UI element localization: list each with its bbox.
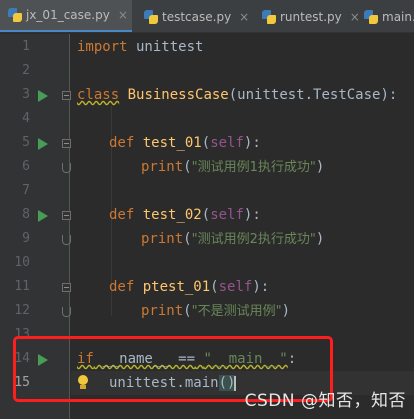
line-number: 2	[22, 63, 30, 78]
line-number: 4	[22, 111, 30, 126]
code-line-6[interactable]: print("测试用例1执行成功")	[141, 155, 324, 179]
line-number: 11	[14, 279, 30, 294]
close-icon[interactable]: ×	[350, 10, 360, 24]
keyword: def	[109, 135, 135, 151]
run-icon[interactable]	[38, 138, 48, 150]
python-file-icon	[144, 9, 158, 24]
builtin-print: print	[141, 159, 184, 175]
code-line-11[interactable]: def ptest_01(self):	[109, 275, 269, 299]
self-param: self	[210, 135, 244, 151]
paren: )	[281, 303, 290, 319]
fold-icon[interactable]	[62, 211, 71, 220]
line-number: 5	[22, 135, 30, 150]
string-literal: "不是测试用例"	[191, 304, 282, 319]
line-number: 10	[14, 255, 30, 270]
fold-icon[interactable]	[62, 283, 71, 292]
fold-end-icon[interactable]	[62, 307, 71, 317]
base-class: (unittest.TestCase):	[228, 87, 398, 103]
python-file-icon	[364, 9, 378, 24]
fold-icon[interactable]	[62, 139, 71, 148]
python-file-icon	[8, 8, 22, 22]
module-name: unittest	[127, 39, 204, 55]
tab-main[interactable]: main.	[360, 0, 414, 32]
keyword: def	[109, 279, 135, 295]
code-line-1[interactable]: import unittest	[77, 35, 203, 59]
function-name: ptest_01	[142, 279, 211, 295]
line-number: 12	[14, 303, 30, 318]
run-icon[interactable]	[38, 90, 48, 102]
line-number: 6	[22, 159, 30, 174]
keyword: class	[77, 87, 120, 103]
builtin-print: print	[141, 303, 184, 319]
paren: (	[183, 303, 192, 319]
paren: (	[183, 159, 192, 175]
tab-runtest[interactable]: runtest.py ×	[256, 0, 360, 32]
paren: (	[183, 231, 192, 247]
python-file-icon	[262, 9, 276, 24]
keyword: import	[77, 39, 128, 55]
fold-end-icon[interactable]	[62, 163, 71, 173]
tab-title: runtest.py	[280, 9, 342, 24]
run-icon[interactable]	[38, 210, 48, 222]
watermark: CSDN @知否，知否	[244, 391, 406, 411]
function-name: test_02	[142, 207, 202, 223]
paren: ):	[252, 279, 270, 295]
code-line-8[interactable]: def test_02(self):	[109, 203, 261, 227]
function-name: test_01	[142, 135, 202, 151]
string-literal: "测试用例1执行成功"	[191, 160, 316, 175]
line-number: 1	[22, 39, 30, 54]
editor-tab-bar: jx_01_case.py × testcase.py × runtest.py…	[0, 0, 414, 33]
self-param: self	[210, 207, 244, 223]
code-line-9[interactable]: print("测试用例2执行成功")	[141, 227, 324, 251]
paren: (	[201, 135, 211, 151]
code-line-12[interactable]: print("不是测试用例")	[141, 299, 290, 323]
paren: ):	[243, 135, 261, 151]
paren: ):	[243, 207, 261, 223]
tab-title: testcase.py	[162, 9, 232, 24]
line-number: 3	[22, 87, 30, 102]
code-line-3[interactable]: class BusinessCase(unittest.TestCase):	[77, 83, 397, 107]
keyword: def	[109, 207, 135, 223]
line-number: 8	[22, 207, 30, 222]
self-param: self	[218, 279, 253, 295]
tab-title: main.	[382, 9, 414, 24]
tab-title: jx_01_case.py	[26, 8, 110, 22]
paren: (	[210, 279, 219, 295]
string-literal: "测试用例2执行成功"	[191, 232, 316, 247]
paren: )	[315, 231, 325, 247]
fold-end-icon[interactable]	[62, 235, 71, 245]
fold-icon[interactable]	[62, 91, 71, 100]
close-icon[interactable]: ×	[239, 10, 249, 24]
code-line-5[interactable]: def test_01(self):	[109, 131, 261, 155]
line-number: 7	[22, 183, 30, 198]
builtin-print: print	[141, 231, 184, 247]
paren: )	[315, 159, 325, 175]
class-name: BusinessCase	[127, 87, 229, 103]
line-number: 9	[22, 231, 30, 246]
tab-testcase[interactable]: testcase.py ×	[138, 0, 250, 32]
close-icon[interactable]: ×	[118, 8, 128, 22]
tab-jx-01-case[interactable]: jx_01_case.py ×	[0, 0, 132, 32]
paren: (	[201, 207, 211, 223]
